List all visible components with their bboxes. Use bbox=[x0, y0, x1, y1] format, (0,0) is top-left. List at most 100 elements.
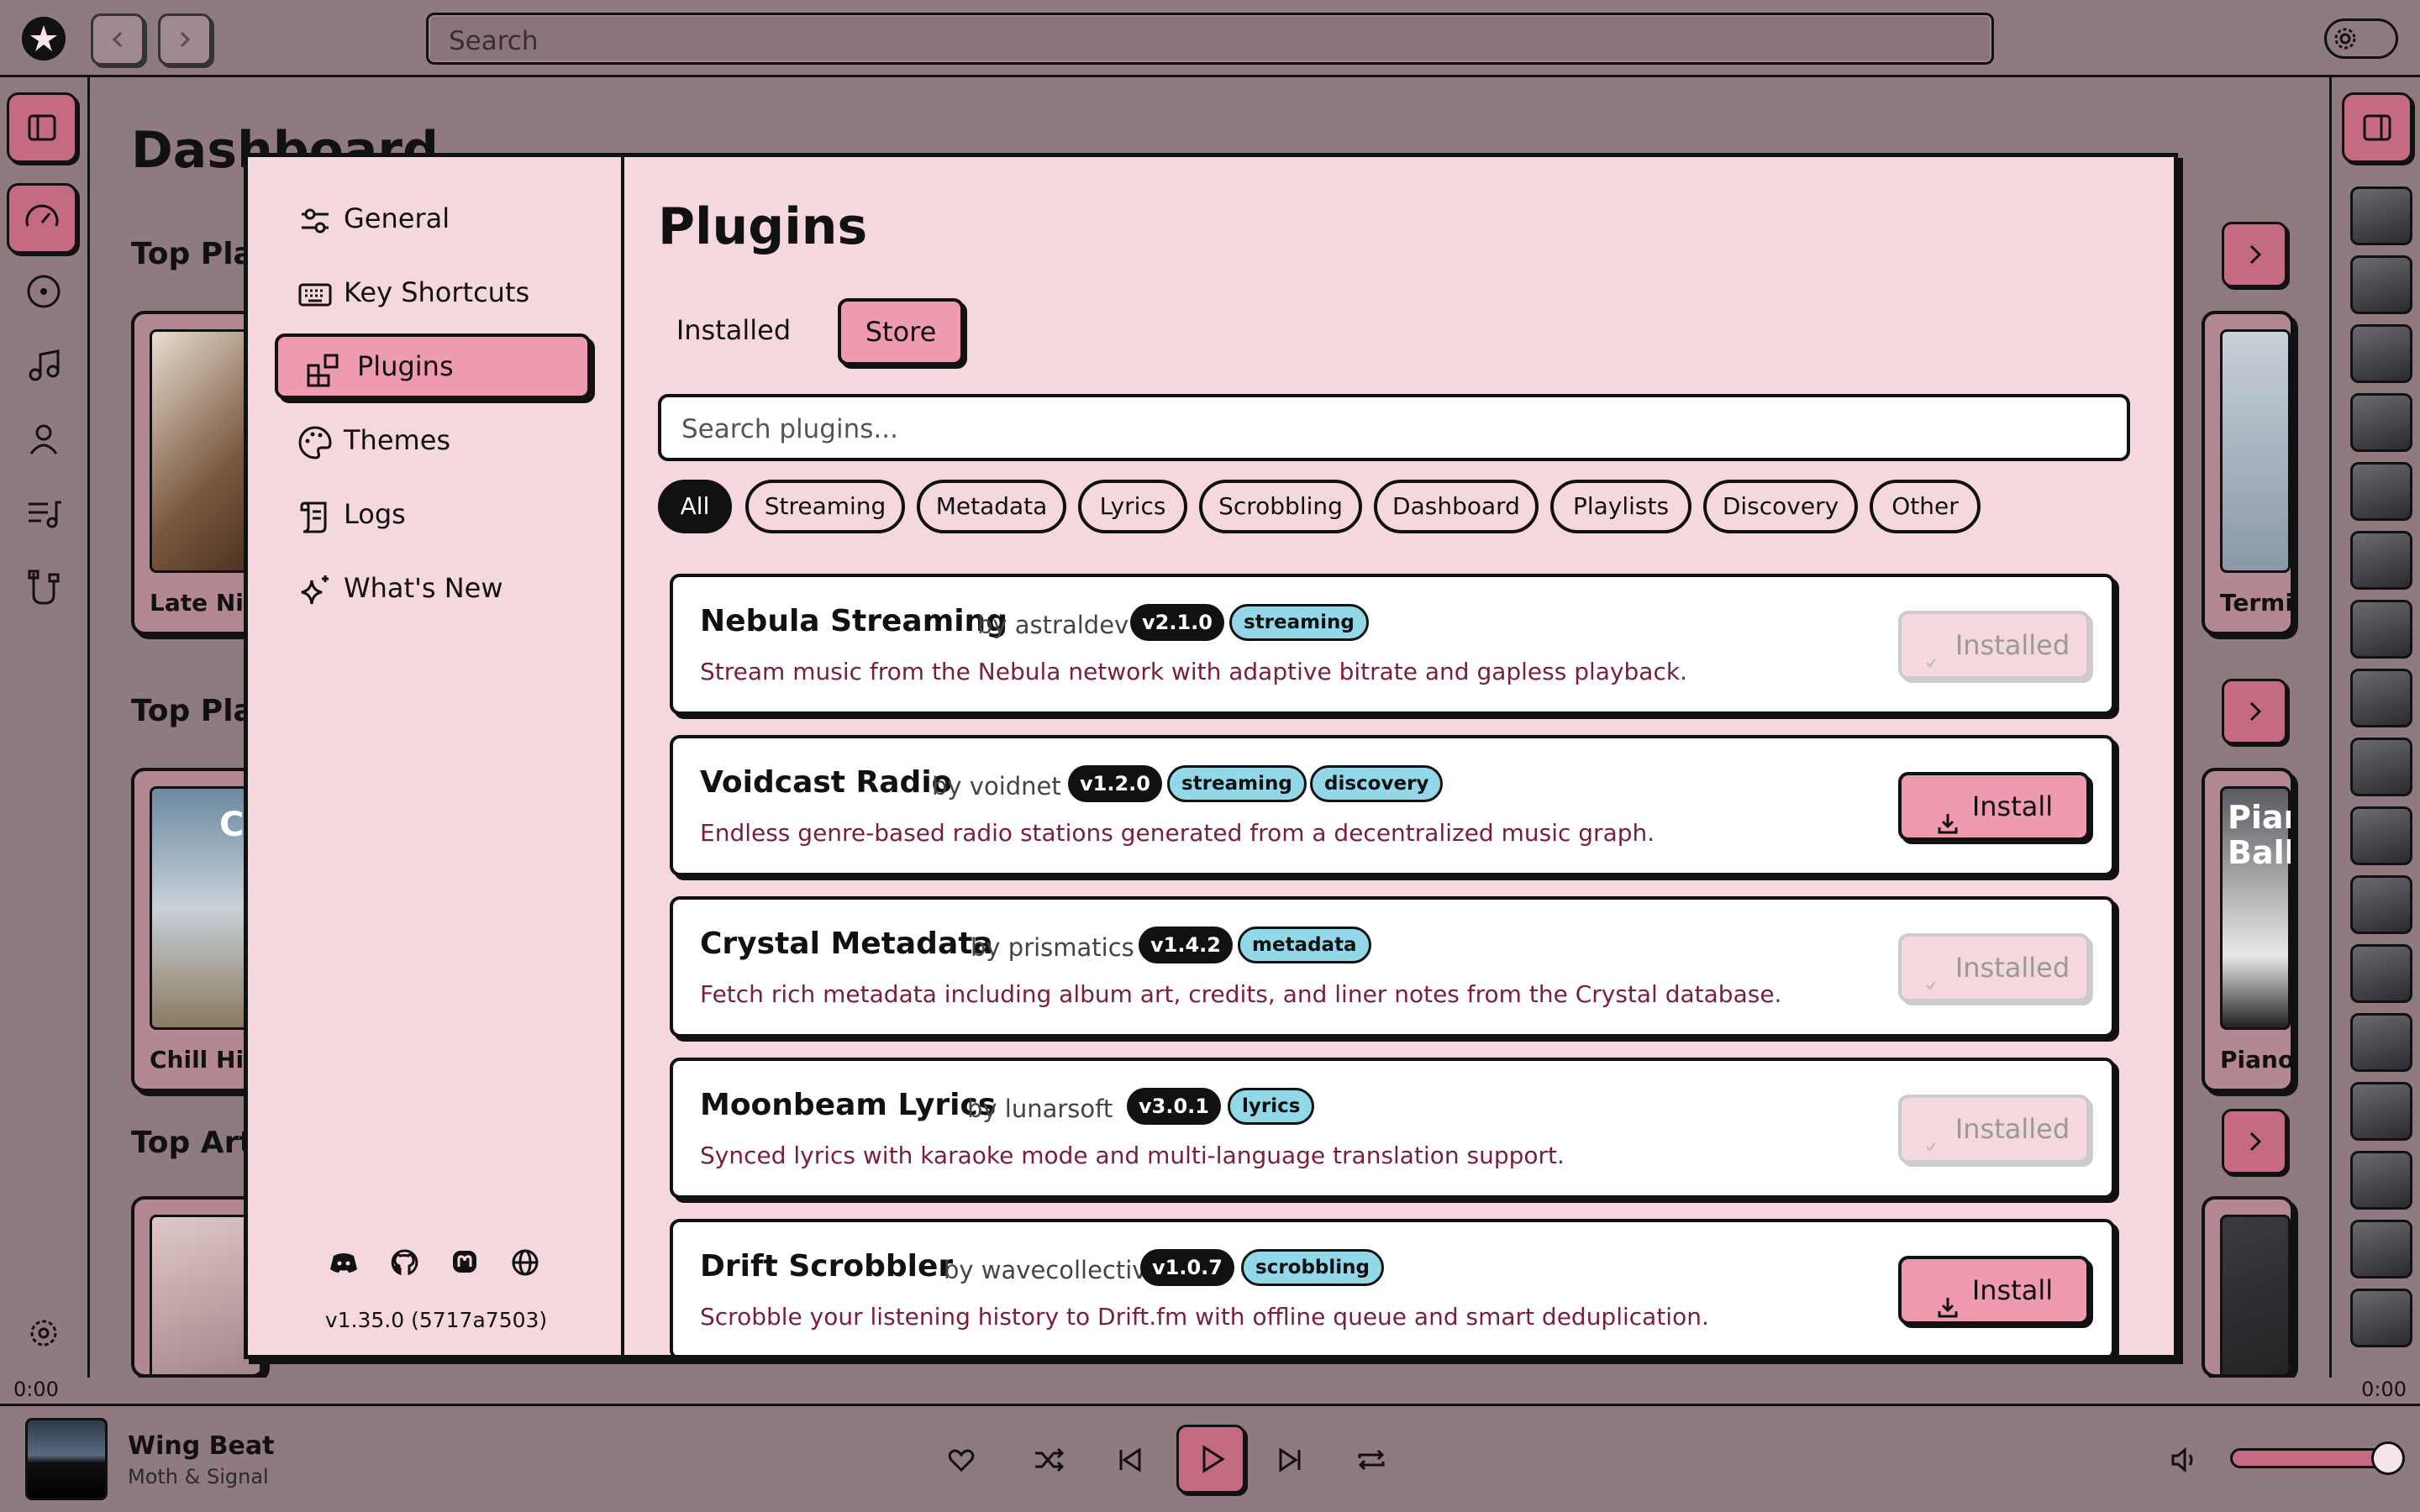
settings-nav-plugins[interactable]: Plugins bbox=[275, 333, 591, 399]
queue-thumbnail[interactable] bbox=[2350, 186, 2412, 245]
queue-thumbnail[interactable] bbox=[2350, 324, 2412, 383]
shuffle-icon[interactable] bbox=[1028, 1440, 1069, 1480]
queue-thumbnail[interactable] bbox=[2350, 1220, 2412, 1278]
queue-thumbnail[interactable] bbox=[2350, 1151, 2412, 1210]
track-artist[interactable]: Moth & Signal bbox=[128, 1465, 269, 1488]
rail-dashboard-button[interactable] bbox=[7, 183, 77, 254]
dashboard-card[interactable]: Pian Balla Piano bbox=[2202, 768, 2294, 1092]
filter-chip-metadata[interactable]: Metadata bbox=[917, 480, 1066, 533]
carousel-next-button[interactable] bbox=[2222, 679, 2287, 744]
tab-store[interactable]: Store bbox=[838, 298, 964, 365]
check-icon bbox=[1918, 634, 1944, 668]
check-icon bbox=[1918, 957, 1944, 990]
dashboard-card[interactable]: Termin bbox=[2202, 311, 2294, 635]
mastodon-icon[interactable] bbox=[448, 1246, 481, 1279]
plugin-version-badge: v2.1.0 bbox=[1130, 604, 1224, 641]
plugin-installed-button[interactable]: Installed bbox=[1898, 1095, 2090, 1163]
queue-thumbnail[interactable] bbox=[2350, 393, 2412, 452]
carousel-next-button[interactable] bbox=[2222, 222, 2287, 287]
toggle-queue-button[interactable] bbox=[2342, 92, 2412, 163]
plugin-cable-icon[interactable] bbox=[21, 564, 66, 610]
settings-nav-whats-new[interactable]: What's New bbox=[275, 555, 591, 621]
filter-chip-all[interactable]: All bbox=[658, 480, 732, 533]
settings-nav-general[interactable]: General bbox=[275, 186, 591, 251]
plugin-installed-button[interactable]: Installed bbox=[1898, 611, 2090, 680]
repeat-icon[interactable] bbox=[1351, 1440, 1392, 1480]
plugin-tag: streaming bbox=[1167, 765, 1307, 802]
queue-thumbnail[interactable] bbox=[2350, 875, 2412, 934]
theme-toggle[interactable] bbox=[2324, 18, 2398, 59]
queue-thumbnail[interactable] bbox=[2350, 669, 2412, 727]
queue-thumbnail[interactable] bbox=[2350, 462, 2412, 521]
plugin-author: by prismatics bbox=[971, 933, 1134, 962]
settings-gear-icon[interactable] bbox=[21, 1310, 66, 1356]
plugin-name: Nebula Streaming bbox=[700, 604, 1007, 638]
download-icon bbox=[1935, 1279, 1960, 1318]
plugin-install-button[interactable]: Install bbox=[1898, 772, 2090, 841]
previous-track-icon[interactable] bbox=[1109, 1440, 1150, 1480]
queue-thumbnail[interactable] bbox=[2350, 1013, 2412, 1072]
filter-chip-dashboard[interactable]: Dashboard bbox=[1374, 480, 1539, 533]
discord-icon[interactable] bbox=[327, 1246, 360, 1279]
queue-thumbnail[interactable] bbox=[2350, 531, 2412, 590]
queue-thumbnail[interactable] bbox=[2350, 1289, 2412, 1347]
queue-thumbnail[interactable] bbox=[2350, 255, 2412, 314]
queue-thumbnail[interactable] bbox=[2350, 600, 2412, 659]
volume-slider-handle[interactable] bbox=[2371, 1441, 2405, 1475]
github-icon[interactable] bbox=[387, 1246, 421, 1279]
plugin-action-label: Installed bbox=[1954, 952, 2070, 984]
settings-nav-logs[interactable]: Logs bbox=[275, 481, 591, 547]
plugin-name: Moonbeam Lyrics bbox=[700, 1088, 997, 1122]
user-icon[interactable] bbox=[21, 417, 66, 462]
now-playing-cover[interactable] bbox=[25, 1418, 108, 1500]
tab-installed[interactable]: Installed bbox=[658, 298, 809, 365]
card-art-text: Pian bbox=[2228, 799, 2291, 836]
settings-nav-key-shortcuts[interactable]: Key Shortcuts bbox=[275, 260, 591, 325]
settings-nav-label: What's New bbox=[344, 572, 503, 604]
queue-thumbnail[interactable] bbox=[2350, 806, 2412, 865]
volume-icon[interactable] bbox=[2165, 1440, 2205, 1480]
next-track-icon[interactable] bbox=[1270, 1440, 1311, 1480]
settings-nav-themes[interactable]: Themes bbox=[275, 407, 591, 473]
plugin-description: Endless genre-based radio stations gener… bbox=[700, 819, 1655, 847]
social-links bbox=[327, 1246, 554, 1283]
forward-button[interactable] bbox=[158, 13, 212, 66]
plugin-author: by voidnet bbox=[932, 772, 1061, 801]
card-art bbox=[2220, 329, 2291, 573]
queue-thumbnail[interactable] bbox=[2350, 944, 2412, 1003]
filter-chip-playlists[interactable]: Playlists bbox=[1550, 480, 1691, 533]
plugin-name: Voidcast Radio bbox=[700, 765, 953, 800]
gear-icon bbox=[2332, 25, 2359, 52]
globe-icon[interactable] bbox=[508, 1246, 542, 1279]
palette-icon bbox=[297, 424, 334, 461]
progress-bar[interactable]: 0:00 0:00 bbox=[0, 1378, 2420, 1406]
app-version: v1.35.0 (5717a7503) bbox=[324, 1308, 548, 1332]
queue-thumbnail[interactable] bbox=[2350, 1082, 2412, 1141]
music-note-icon[interactable] bbox=[21, 343, 66, 388]
disc-icon[interactable] bbox=[21, 269, 66, 314]
global-search-input[interactable]: Search bbox=[426, 13, 1994, 65]
plugins-title: Plugins bbox=[658, 197, 868, 256]
queue-thumbnail[interactable] bbox=[2350, 738, 2412, 796]
carousel-next-button[interactable] bbox=[2222, 1109, 2287, 1174]
filter-chip-discovery[interactable]: Discovery bbox=[1703, 480, 1858, 533]
plugin-search-input[interactable]: Search plugins... bbox=[658, 394, 2130, 461]
play-button[interactable] bbox=[1176, 1425, 1245, 1494]
toggle-sidebar-button[interactable] bbox=[7, 92, 77, 163]
back-button[interactable] bbox=[91, 13, 145, 66]
app-logo-icon[interactable] bbox=[22, 17, 66, 60]
playlist-icon[interactable] bbox=[21, 491, 66, 536]
plugin-author: by astraldev bbox=[977, 611, 1129, 639]
plugin-description: Stream music from the Nebula network wit… bbox=[700, 658, 1687, 685]
plugin-install-button[interactable]: Install bbox=[1898, 1256, 2090, 1325]
heart-icon[interactable] bbox=[941, 1440, 981, 1480]
plugin-search-placeholder: Search plugins... bbox=[681, 414, 898, 444]
filter-chip-lyrics[interactable]: Lyrics bbox=[1078, 480, 1187, 533]
dashboard-card[interactable] bbox=[2202, 1196, 2294, 1378]
filter-chip-streaming[interactable]: Streaming bbox=[745, 480, 905, 533]
global-search-placeholder: Search bbox=[449, 26, 539, 56]
filter-chip-scrobbling[interactable]: Scrobbling bbox=[1199, 480, 1362, 533]
filter-chip-other[interactable]: Other bbox=[1870, 480, 1981, 533]
track-title[interactable]: Wing Beat bbox=[128, 1431, 274, 1461]
plugin-installed-button[interactable]: Installed bbox=[1898, 933, 2090, 1002]
